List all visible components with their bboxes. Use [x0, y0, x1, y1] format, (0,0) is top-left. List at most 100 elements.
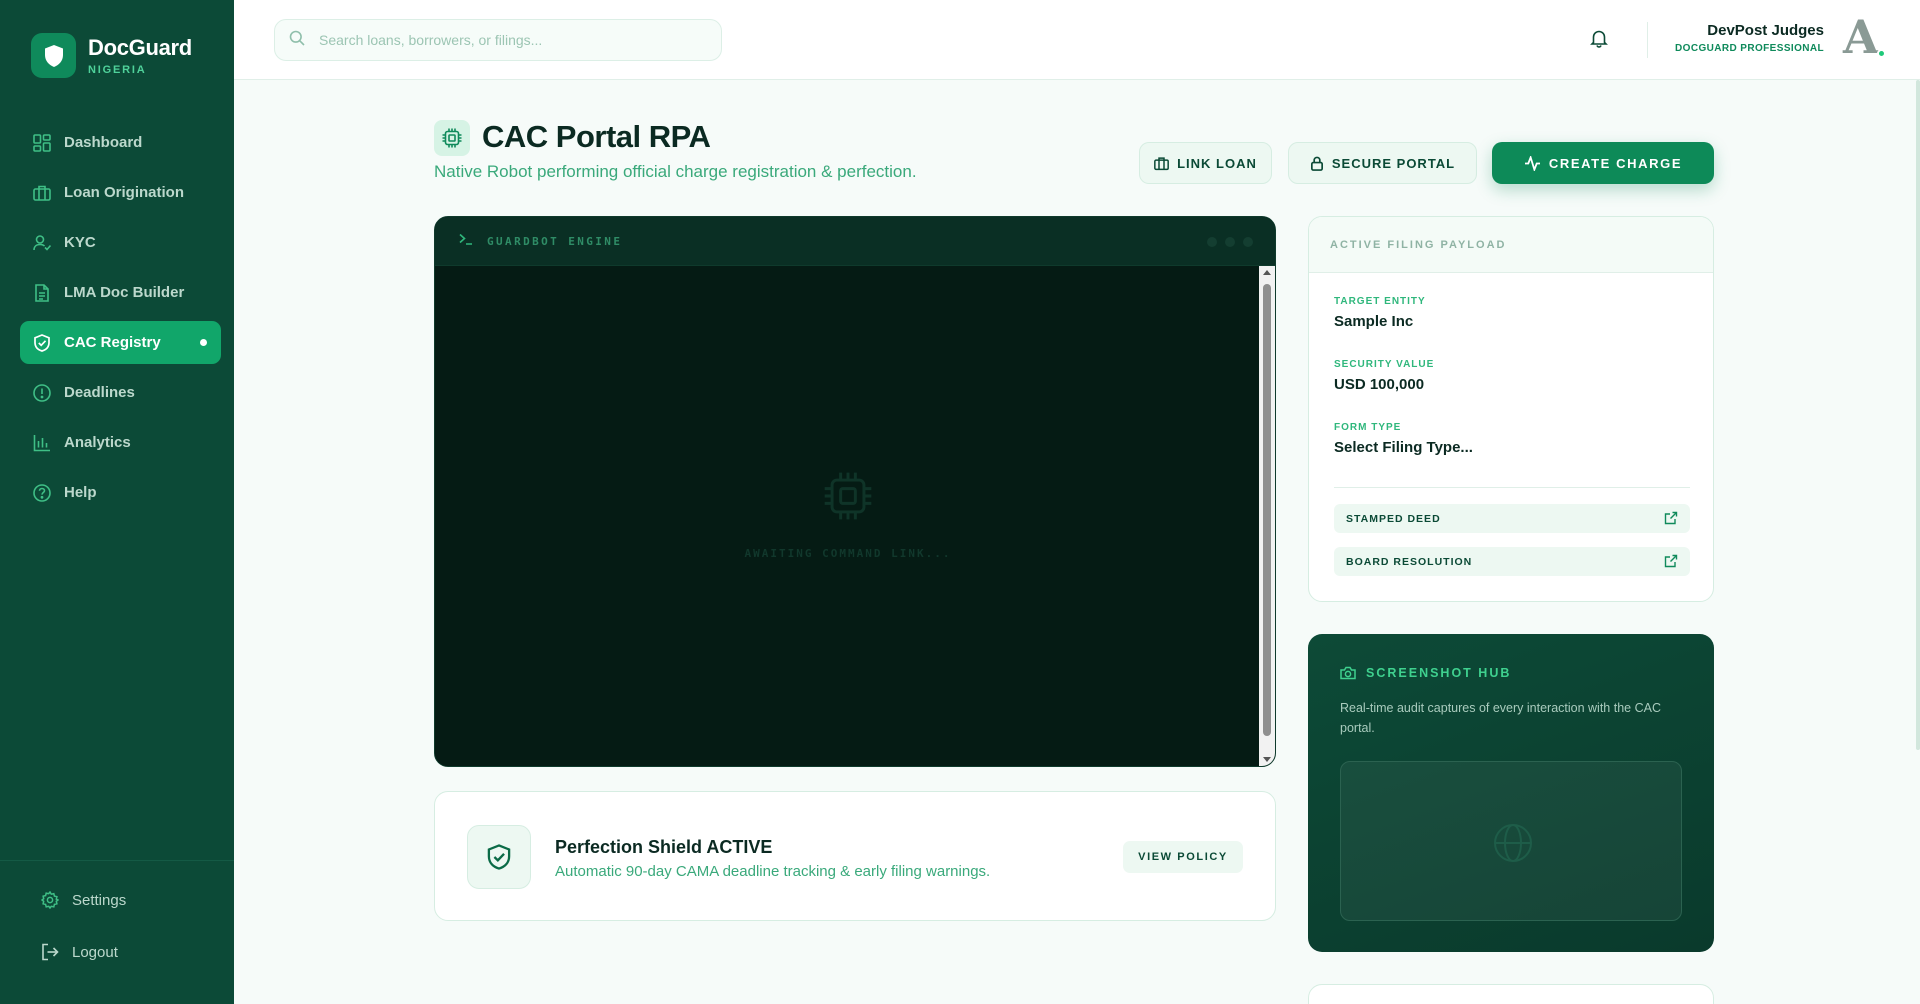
- doc-link-label: BOARD RESOLUTION: [1346, 555, 1473, 568]
- terminal-header: GUARDBOT ENGINE: [435, 217, 1275, 266]
- brand-name: DocGuard: [88, 35, 192, 60]
- field-value: Sample Inc: [1334, 313, 1414, 330]
- sidebar-item-kyc[interactable]: KYC: [20, 221, 221, 264]
- cpu-chip-icon: [434, 120, 470, 156]
- sidebar-item-settings[interactable]: Settings: [28, 880, 218, 920]
- brand[interactable]: DocGuard NIGERIA: [31, 33, 192, 78]
- shield-subtitle: Automatic 90-day CAMA deadline tracking …: [555, 863, 991, 880]
- sidebar-item-cac-registry[interactable]: CAC Registry: [20, 321, 221, 364]
- sidebar-item-label: Deadlines: [64, 384, 135, 401]
- sidebar-item-dashboard[interactable]: Dashboard: [20, 121, 221, 164]
- window-dot: [1225, 237, 1235, 247]
- sidebar-item-label: KYC: [64, 234, 96, 251]
- lock-icon: [1310, 156, 1324, 171]
- scroll-down-icon[interactable]: [1263, 757, 1271, 762]
- secure-portal-button[interactable]: SECURE PORTAL: [1288, 142, 1477, 184]
- brand-subtitle: NIGERIA: [88, 64, 147, 76]
- logout-icon: [40, 942, 60, 962]
- shield-title: Perfection Shield ACTIVE: [555, 837, 773, 857]
- sidebar-item-label: Dashboard: [64, 134, 143, 151]
- create-charge-button[interactable]: CREATE CHARGE: [1492, 142, 1714, 184]
- payload-divider: [1334, 487, 1690, 488]
- hub-title-label: SCREENSHOT HUB: [1366, 666, 1512, 680]
- activity-icon: [1524, 155, 1541, 171]
- sidebar-item-loan-origination[interactable]: Loan Origination: [20, 171, 221, 214]
- dashboard-icon: [32, 133, 52, 153]
- scroll-up-icon[interactable]: [1263, 270, 1271, 275]
- board-resolution-link[interactable]: BOARD RESOLUTION: [1334, 547, 1690, 576]
- hub-description: Real-time audit captures of every intera…: [1340, 701, 1661, 735]
- stamped-deed-link[interactable]: STAMPED DEED: [1334, 504, 1690, 533]
- next-card: [1308, 984, 1714, 1004]
- sidebar-bottom-nav: Settings Logout: [28, 880, 218, 984]
- user-check-icon: [32, 233, 52, 253]
- avatar[interactable]: A: [1839, 10, 1887, 64]
- cpu-chip-icon: [821, 469, 875, 523]
- sidebar-item-label: Help: [64, 484, 97, 501]
- sidebar-item-label: CAC Registry: [64, 334, 161, 351]
- sidebar-item-help[interactable]: Help: [20, 471, 221, 514]
- sidebar-item-label: Logout: [72, 943, 118, 961]
- scrollbar-thumb[interactable]: [1263, 284, 1271, 736]
- user-info[interactable]: DevPost Judges DOCGUARD PROFESSIONAL: [1675, 22, 1824, 54]
- active-indicator-dot: [200, 339, 207, 346]
- page-subtitle: Native Robot performing official charge …: [434, 162, 917, 181]
- view-policy-button[interactable]: VIEW POLICY: [1123, 841, 1243, 873]
- notification-bell-icon[interactable]: [1589, 28, 1613, 52]
- page-scrollbar[interactable]: [1916, 80, 1920, 750]
- user-role: DOCGUARD PROFESSIONAL: [1675, 43, 1824, 54]
- secure-portal-label: SECURE PORTAL: [1331, 155, 1456, 171]
- link-loan-button[interactable]: LINK LOAN: [1139, 142, 1272, 184]
- field-label: FORM TYPE: [1334, 422, 1402, 433]
- window-dot: [1243, 237, 1253, 247]
- link-loan-label: LINK LOAN: [1177, 155, 1257, 171]
- bar-chart-icon: [32, 433, 52, 453]
- terminal-title: GUARDBOT ENGINE: [487, 234, 623, 248]
- sidebar-item-analytics[interactable]: Analytics: [20, 421, 221, 464]
- user-name: DevPost Judges: [1707, 22, 1824, 39]
- external-link-icon: [1664, 511, 1678, 528]
- briefcase-icon: [32, 183, 52, 203]
- terminal-status: AWAITING COMMAND LINK...: [744, 547, 952, 560]
- topbar-divider: [1647, 22, 1648, 58]
- online-status-dot: [1877, 49, 1886, 58]
- terminal-scrollbar[interactable]: [1259, 266, 1275, 766]
- window-dot: [1207, 237, 1217, 247]
- target-entity-field: TARGET ENTITY Sample Inc: [1334, 296, 1426, 330]
- topbar: DevPost Judges DOCGUARD PROFESSIONAL A: [234, 0, 1920, 80]
- sidebar-item-deadlines[interactable]: Deadlines: [20, 371, 221, 414]
- alert-circle-icon: [32, 383, 52, 403]
- sidebar-item-lma-doc-builder[interactable]: LMA Doc Builder: [20, 271, 221, 314]
- search-box[interactable]: [274, 19, 722, 61]
- briefcase-icon: [1154, 156, 1170, 171]
- gear-icon: [40, 890, 60, 910]
- field-label: TARGET ENTITY: [1334, 296, 1426, 307]
- globe-icon: [1492, 822, 1534, 869]
- shield-check-icon: [467, 825, 531, 889]
- terminal-output[interactable]: AWAITING COMMAND LINK...: [435, 266, 1261, 766]
- sidebar-item-label: Analytics: [64, 434, 131, 451]
- form-type-field[interactable]: FORM TYPE Select Filing Type...: [1334, 422, 1473, 456]
- sidebar-item-label: Loan Origination: [64, 184, 184, 201]
- sidebar-item-logout[interactable]: Logout: [28, 932, 218, 972]
- search-input[interactable]: [319, 32, 699, 48]
- hub-title: SCREENSHOT HUB: [1340, 666, 1511, 680]
- sidebar-item-label: Settings: [72, 891, 127, 909]
- document-icon: [32, 283, 52, 303]
- field-value: Select Filing Type...: [1334, 439, 1473, 456]
- field-label: SECURITY VALUE: [1334, 359, 1435, 370]
- page-title: CAC Portal RPA: [482, 119, 711, 154]
- screenshot-hub-card: SCREENSHOT HUB Real-time audit captures …: [1308, 634, 1714, 952]
- avatar-letter: A: [1843, 10, 1879, 64]
- terminal-prompt-icon: [459, 232, 473, 250]
- sidebar-nav: Dashboard Loan Origination KYC LMA Doc B…: [20, 121, 221, 521]
- payload-heading: ACTIVE FILING PAYLOAD: [1309, 217, 1713, 273]
- doc-link-label: STAMPED DEED: [1346, 512, 1441, 525]
- camera-icon: [1340, 666, 1356, 680]
- perfection-shield-card: Perfection Shield ACTIVE Automatic 90-da…: [434, 791, 1276, 921]
- screenshot-preview[interactable]: [1340, 761, 1682, 921]
- help-circle-icon: [32, 483, 52, 503]
- shield-logo-icon: [31, 33, 76, 78]
- sidebar: DocGuard NIGERIA Dashboard Loan Originat…: [0, 0, 234, 1004]
- sidebar-item-label: LMA Doc Builder: [64, 284, 185, 301]
